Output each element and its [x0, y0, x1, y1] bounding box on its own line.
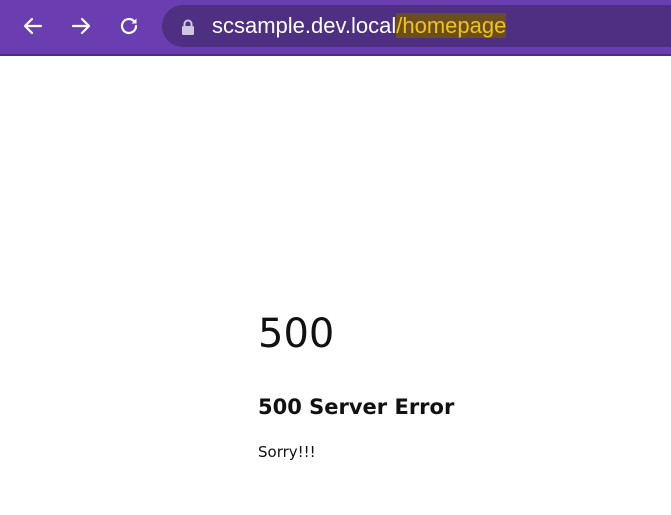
arrow-right-icon — [71, 17, 91, 35]
arrow-left-icon — [23, 17, 43, 35]
back-button[interactable] — [18, 11, 48, 41]
forward-button[interactable] — [66, 11, 96, 41]
error-content: 500 500 Server Error Sorry!!! — [258, 310, 454, 462]
url-path: /homepage — [396, 13, 507, 38]
lock-icon — [182, 19, 194, 35]
address-bar[interactable]: scsample.dev.local/homepage — [162, 5, 671, 47]
error-message: Sorry!!! — [258, 443, 316, 461]
reload-icon — [120, 17, 138, 35]
reload-button[interactable] — [114, 11, 144, 41]
url-host: scsample.dev.local — [212, 13, 397, 38]
browser-toolbar: scsample.dev.local/homepage — [0, 0, 671, 56]
error-code: 500 — [258, 311, 335, 357]
url-text[interactable]: scsample.dev.local/homepage — [212, 13, 507, 39]
error-title: 500 Server Error — [258, 395, 455, 419]
